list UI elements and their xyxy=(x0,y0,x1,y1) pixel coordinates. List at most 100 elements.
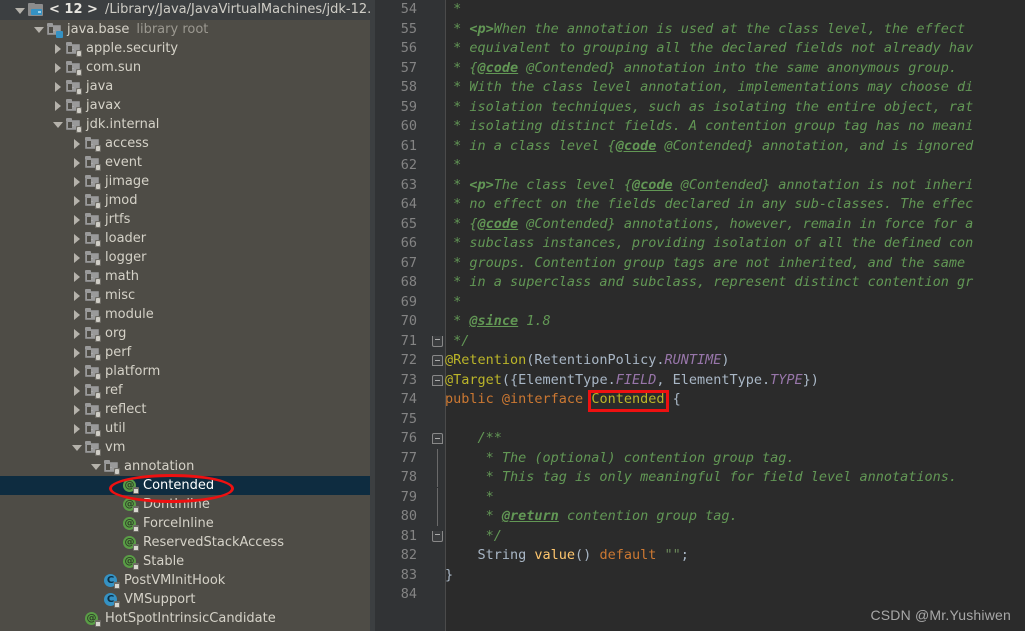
tree-item-java-base[interactable]: java.base library root xyxy=(0,20,370,39)
tree-item-jmod[interactable]: jmod xyxy=(0,191,370,210)
tree-item-jimage[interactable]: jimage xyxy=(0,172,370,191)
tree-header-jdk-module[interactable]: < 12 > /Library/Java/JavaVirtualMachines… xyxy=(0,0,370,20)
code-line[interactable]: 80 * @return contention group tag. xyxy=(375,507,1025,527)
code-line[interactable]: 75 xyxy=(375,410,1025,430)
chevron-right-icon[interactable] xyxy=(71,195,82,206)
code-line[interactable]: 82 String value() default ""; xyxy=(375,546,1025,566)
tree-item-jdk-internal[interactable]: jdk.internal xyxy=(0,115,370,134)
code-line[interactable]: 70 * @since 1.8 xyxy=(375,312,1025,332)
code-line[interactable]: 68 * in a superclass and subclass, repre… xyxy=(375,273,1025,293)
code-line[interactable]: 73 @Target({ElementType.FIELD, ElementTyp… xyxy=(375,371,1025,391)
code-line[interactable]: 56 * equivalent to grouping all the decl… xyxy=(375,39,1025,59)
code-line[interactable]: 83} xyxy=(375,566,1025,586)
tree-item-reflect[interactable]: reflect xyxy=(0,400,370,419)
chevron-down-icon[interactable] xyxy=(71,442,82,453)
tree-item-vmsupport[interactable]: C VMSupport xyxy=(0,590,370,609)
tree-item-util[interactable]: util xyxy=(0,419,370,438)
tree-item-loader[interactable]: loader xyxy=(0,229,370,248)
chevron-down-icon[interactable] xyxy=(90,461,101,472)
chevron-right-icon[interactable] xyxy=(71,214,82,225)
chevron-right-icon[interactable] xyxy=(52,100,63,111)
chevron-right-icon[interactable] xyxy=(71,157,82,168)
tree-item-postvminithook[interactable]: C PostVMInitHook xyxy=(0,571,370,590)
tree-item-misc[interactable]: misc xyxy=(0,286,370,305)
tree-item-hotspotintrinsiccandidate[interactable]: @ HotSpotIntrinsicCandidate xyxy=(0,609,370,628)
code-line[interactable]: 61 * in a class level {@code @Contended}… xyxy=(375,137,1025,157)
chevron-right-icon[interactable] xyxy=(71,271,82,282)
chevron-down-icon[interactable] xyxy=(52,119,63,130)
tree-item-ref[interactable]: ref xyxy=(0,381,370,400)
tree-item-module[interactable]: module xyxy=(0,305,370,324)
fold-marker[interactable] xyxy=(432,374,443,386)
fold-marker[interactable] xyxy=(432,468,443,487)
tree-item-javax[interactable]: javax xyxy=(0,96,370,115)
code-line[interactable]: 58 * With the class level annotation, im… xyxy=(375,78,1025,98)
chevron-right-icon[interactable] xyxy=(71,233,82,244)
chevron-down-icon[interactable] xyxy=(14,5,25,16)
tree-item-jrtfs[interactable]: jrtfs xyxy=(0,210,370,229)
code-line[interactable]: 74 public @interface Contended { xyxy=(375,390,1025,410)
code-line[interactable]: 57 * {@code @Contended} annotation into … xyxy=(375,59,1025,79)
fold-marker[interactable] xyxy=(432,530,443,542)
code-line[interactable]: 77 * The (optional) contention group tag… xyxy=(375,448,1025,469)
code-line[interactable]: 55 * <p>When the annotation is used at t… xyxy=(375,20,1025,40)
code-line[interactable]: 54 * xyxy=(375,0,1025,20)
chevron-right-icon[interactable] xyxy=(71,252,82,263)
tree-item-vm[interactable]: vm xyxy=(0,438,370,457)
code-line[interactable]: 59 * isolation techniques, such as isola… xyxy=(375,98,1025,118)
tree-item-apple-security[interactable]: apple.security xyxy=(0,39,370,58)
chevron-right-icon[interactable] xyxy=(71,328,82,339)
code-line[interactable]: 67 * groups. Contention group tags are n… xyxy=(375,254,1025,274)
code-line[interactable]: 78 * This tag is only meaningful for fie… xyxy=(375,468,1025,488)
tree-item-com-sun[interactable]: com.sun xyxy=(0,58,370,77)
chevron-right-icon[interactable] xyxy=(52,62,63,73)
code-line[interactable]: 81 */ xyxy=(375,527,1025,547)
chevron-right-icon[interactable] xyxy=(71,366,82,377)
code-line[interactable]: 64 * no effect on the fields declared in… xyxy=(375,195,1025,215)
tree-item-platform[interactable]: platform xyxy=(0,362,370,381)
tree-item-forceinline[interactable]: @ ForceInline xyxy=(0,514,370,533)
code-line[interactable]: 79 * xyxy=(375,487,1025,508)
chevron-right-icon[interactable] xyxy=(71,290,82,301)
chevron-right-icon[interactable] xyxy=(71,404,82,415)
code-line[interactable]: 65 * {@code @Contended} annotations, how… xyxy=(375,215,1025,235)
fold-marker[interactable] xyxy=(432,507,443,526)
chevron-right-icon[interactable] xyxy=(71,309,82,320)
code-line[interactable]: 76 /** xyxy=(375,429,1025,449)
project-tree-panel[interactable]: < 12 > /Library/Java/JavaVirtualMachines… xyxy=(0,0,370,631)
chevron-right-icon[interactable] xyxy=(52,43,63,54)
code-line[interactable]: 71 */ xyxy=(375,332,1025,352)
fold-marker[interactable] xyxy=(432,355,443,366)
code-line[interactable]: 66 * subclass instances, providing isola… xyxy=(375,234,1025,254)
code-line[interactable]: 62 * xyxy=(375,156,1025,176)
code-content[interactable]: 54 * 55 * <p>When the annotation is used… xyxy=(375,0,1025,605)
code-line[interactable]: 60 * isolating distinct fields. A conten… xyxy=(375,117,1025,137)
code-line[interactable]: 69 * xyxy=(375,293,1025,313)
tree-item-contended[interactable]: @ Contended xyxy=(0,476,370,495)
tree-item-logger[interactable]: logger xyxy=(0,248,370,267)
code-line[interactable]: 63 * <p>The class level {@code @Contende… xyxy=(375,176,1025,196)
code-line[interactable]: 84 xyxy=(375,585,1025,605)
fold-marker[interactable] xyxy=(432,433,443,444)
fold-marker[interactable] xyxy=(432,448,443,468)
chevron-right-icon[interactable] xyxy=(71,385,82,396)
tree-item-math[interactable]: math xyxy=(0,267,370,286)
chevron-down-icon[interactable] xyxy=(33,24,44,35)
code-line[interactable]: 72 @Retention(RetentionPolicy.RUNTIME) xyxy=(375,351,1025,371)
tree-item-stable[interactable]: @ Stable xyxy=(0,552,370,571)
chevron-right-icon[interactable] xyxy=(52,81,63,92)
tree-item-java[interactable]: java xyxy=(0,77,370,96)
tree-item-dontinline[interactable]: @ DontInline xyxy=(0,495,370,514)
tree-item-annotation[interactable]: annotation xyxy=(0,457,370,476)
fold-marker[interactable] xyxy=(432,335,443,347)
chevron-right-icon[interactable] xyxy=(71,423,82,434)
chevron-right-icon[interactable] xyxy=(71,347,82,358)
chevron-right-icon[interactable] xyxy=(71,176,82,187)
code-editor[interactable]: 54 * 55 * <p>When the annotation is used… xyxy=(375,0,1025,631)
tree-item-org[interactable]: org xyxy=(0,324,370,343)
chevron-right-icon[interactable] xyxy=(71,138,82,149)
tree-item-access[interactable]: access xyxy=(0,134,370,153)
tree-item-event[interactable]: event xyxy=(0,153,370,172)
tree-item-perf[interactable]: perf xyxy=(0,343,370,362)
tree-item-list[interactable]: java.base library root apple.security com.s… xyxy=(0,20,370,628)
